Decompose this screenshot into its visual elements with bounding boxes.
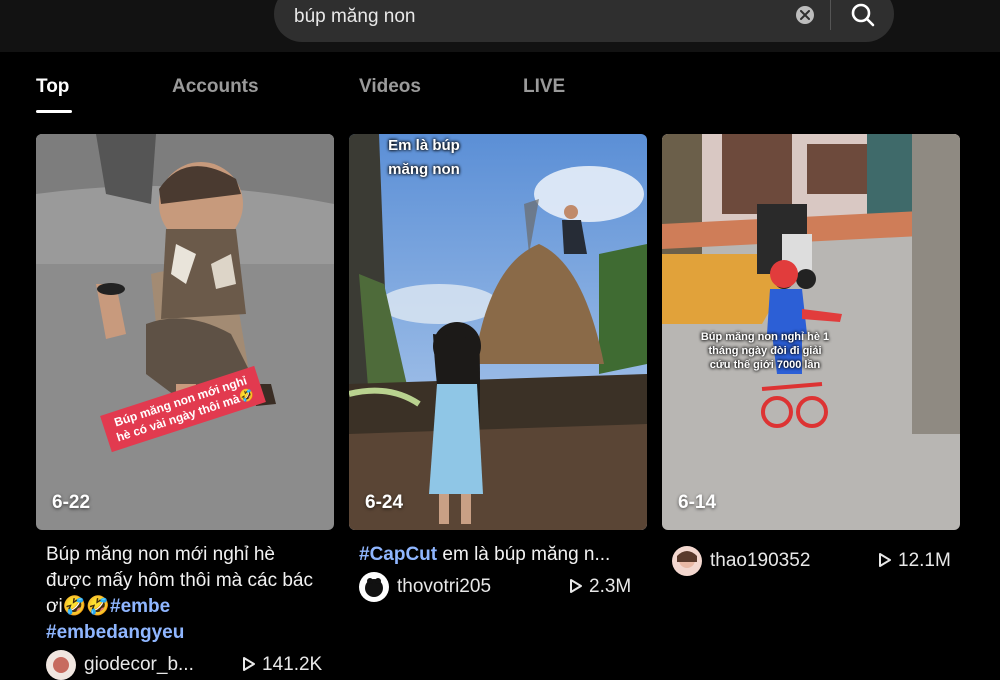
avatar[interactable] xyxy=(672,546,702,576)
avatar[interactable] xyxy=(359,572,389,602)
video-thumbnail xyxy=(36,134,334,530)
author-row[interactable]: thao190352 12.1M xyxy=(672,546,962,576)
clear-search-button[interactable] xyxy=(796,6,814,24)
video-date: 6-14 xyxy=(678,492,717,513)
video-date: 6-22 xyxy=(52,492,91,513)
close-icon xyxy=(800,10,810,20)
video-card-3[interactable]: Búp măng non nghỉ hè 1 tháng ngày đòi đi… xyxy=(662,134,960,530)
description-text: Búp măng non mới nghỉ hè được mấy hôm th… xyxy=(46,544,314,617)
search-bar[interactable]: búp măng non xyxy=(274,0,894,42)
avatar[interactable] xyxy=(46,650,76,680)
video-overlay-caption: Búp măng non nghỉ hè 1 tháng ngày đòi đi… xyxy=(700,331,830,371)
play-icon xyxy=(570,579,582,593)
tab-top[interactable]: Top xyxy=(36,76,69,98)
view-count: 2.3M xyxy=(569,576,631,598)
author-row[interactable]: giodecor_b... 141.2K xyxy=(46,650,336,680)
description-text: em là búp măng n... xyxy=(437,544,611,565)
search-divider xyxy=(830,0,831,30)
video-card-2[interactable]: Em là búp măng non 6-24 xyxy=(349,134,647,530)
play-icon xyxy=(879,553,891,567)
hashtag-link[interactable]: #CapCut xyxy=(359,544,437,565)
video-description[interactable]: Búp măng non mới nghỉ hè được mấy hôm th… xyxy=(46,542,316,646)
hashtag-link[interactable]: #embedangyeu xyxy=(46,622,184,643)
view-count: 141.2K xyxy=(242,654,322,676)
video-thumbnail xyxy=(349,134,647,530)
search-tabs: Top Accounts Videos LIVE xyxy=(0,52,1000,114)
top-bar: búp măng non xyxy=(0,0,1000,53)
tab-live[interactable]: LIVE xyxy=(523,76,565,98)
author-name[interactable]: thovotri205 xyxy=(397,576,491,598)
play-icon xyxy=(243,657,255,671)
search-input[interactable]: búp măng non xyxy=(294,6,416,28)
video-date: 6-24 xyxy=(365,492,404,513)
search-button[interactable] xyxy=(840,0,886,30)
tab-videos[interactable]: Videos xyxy=(359,76,421,98)
author-name[interactable]: giodecor_b... xyxy=(84,654,194,676)
author-row[interactable]: thovotri205 2.3M xyxy=(359,572,649,602)
active-tab-indicator xyxy=(36,110,72,113)
view-count: 12.1M xyxy=(878,550,951,572)
author-name[interactable]: thao190352 xyxy=(710,550,810,572)
tab-accounts[interactable]: Accounts xyxy=(172,76,259,98)
video-description[interactable]: #CapCut em là búp măng n... xyxy=(359,542,649,568)
search-icon xyxy=(851,3,875,27)
video-overlay-caption: Em là búp măng non xyxy=(388,137,460,178)
video-card-1[interactable]: Búp măng non mới nghỉ hè có vài ngày thô… xyxy=(36,134,334,530)
hashtag-link[interactable]: #embe xyxy=(110,596,170,617)
